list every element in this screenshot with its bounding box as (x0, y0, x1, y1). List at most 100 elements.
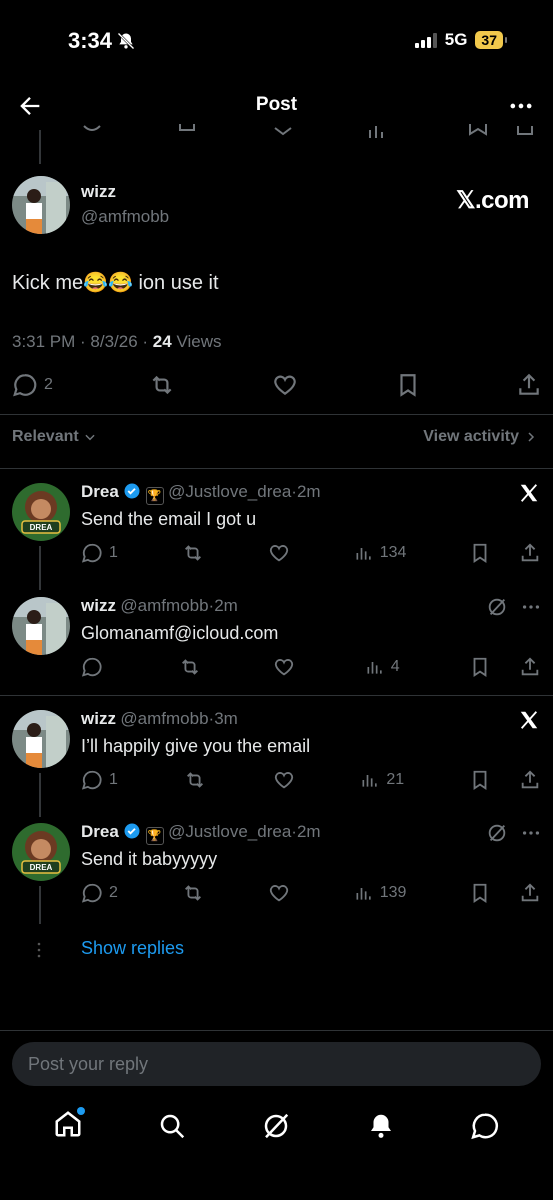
views-button[interactable]: 139 (354, 883, 406, 903)
grok-icon[interactable] (486, 822, 508, 844)
avatar[interactable] (12, 710, 70, 768)
share-icon[interactable] (519, 656, 541, 678)
more-options-icon[interactable] (520, 596, 542, 618)
reply-input[interactable]: Post your reply (12, 1042, 541, 1086)
reply-button[interactable]: 2 (12, 372, 53, 398)
reply-actions: 1 21 (81, 769, 541, 791)
analytics-icon (356, 548, 371, 560)
chevron-down-icon (85, 434, 95, 441)
notification-dot (77, 1106, 86, 1115)
tweet-meta: 3:31 PM · 8/3/26 · 24 Views (12, 332, 222, 351)
network-label: 5G (444, 30, 468, 49)
thread-line (39, 773, 41, 817)
reply-header: Drea 🏆 @Justlove_drea·2m (81, 482, 321, 505)
bookmark-icon[interactable] (395, 372, 421, 398)
avatar[interactable] (12, 176, 70, 234)
avatar[interactable]: DREA (12, 483, 70, 541)
divider (0, 468, 553, 469)
reply-actions: 1 134 (81, 542, 541, 564)
thread-line (39, 886, 41, 924)
reply-button[interactable]: 2 (81, 882, 118, 904)
reply-header: Drea 🏆 @Justlove_drea·2m (81, 822, 321, 845)
reply-icon (81, 883, 102, 903)
reply-text: I’ll happily give you the email (81, 736, 311, 756)
x-watermark: 𝕏.com (456, 187, 529, 214)
share-icon[interactable] (516, 372, 542, 398)
reply-text: Send the email I got u (81, 509, 257, 529)
divider (0, 695, 553, 696)
author-name[interactable]: Drea (81, 822, 119, 841)
author-handle[interactable]: @Justlove_drea (168, 822, 291, 841)
reply-button[interactable]: 1 (81, 769, 118, 791)
avatar[interactable] (12, 597, 70, 655)
repost-icon[interactable] (183, 769, 207, 791)
more-options-icon[interactable] (507, 92, 535, 120)
bookmark-icon[interactable] (469, 656, 491, 678)
search-icon[interactable] (157, 1111, 187, 1141)
share-icon[interactable] (519, 769, 541, 791)
share-icon[interactable] (519, 542, 541, 564)
tab-home[interactable] (53, 1106, 86, 1144)
reply-time: 2m (214, 596, 238, 615)
reply-icon (81, 770, 102, 790)
sort-relevant-button[interactable]: Relevant (12, 428, 97, 446)
author-name[interactable]: wizz (81, 182, 116, 202)
reply-header: wizz @amfmobb·3m (81, 709, 238, 728)
show-replies-link[interactable]: Show replies (81, 938, 184, 959)
avatar[interactable]: DREA (12, 823, 70, 881)
svg-text:DREA: DREA (30, 863, 53, 872)
messages-icon[interactable] (470, 1111, 500, 1141)
like-icon[interactable] (272, 656, 296, 678)
like-icon[interactable] (272, 769, 296, 791)
repost-icon[interactable] (181, 542, 205, 564)
repost-icon[interactable] (178, 656, 202, 678)
parent-tweet-actions-partial (83, 124, 533, 138)
reply-actions: 2 139 (81, 882, 541, 904)
notifications-bell-icon[interactable] (366, 1111, 396, 1141)
email-link[interactable]: Glomanamf@icloud.com (81, 623, 278, 644)
author-handle[interactable]: @amfmobb (120, 596, 208, 615)
repost-icon[interactable] (181, 882, 205, 904)
grok-icon[interactable] (486, 596, 508, 618)
author-name[interactable]: Drea (81, 482, 119, 501)
divider (0, 1030, 553, 1031)
more-options-icon[interactable] (520, 822, 542, 844)
reply-button[interactable]: 1 (81, 542, 118, 564)
reply-header: wizz @amfmobb·2m (81, 596, 238, 615)
page-title: Post (255, 94, 298, 115)
analytics-icon (362, 775, 378, 787)
bookmark-icon[interactable] (469, 542, 491, 564)
views-button[interactable]: 4 (365, 657, 400, 677)
analytics-icon (367, 662, 382, 674)
like-icon[interactable] (267, 882, 291, 904)
views-button[interactable]: 134 (354, 543, 406, 563)
trophy-icon: 🏆 (145, 487, 164, 505)
bookmark-icon[interactable] (469, 882, 491, 904)
bookmark-icon[interactable] (469, 769, 491, 791)
author-name[interactable]: wizz (81, 596, 116, 615)
x-logo-icon[interactable] (518, 482, 540, 504)
grok-icon[interactable] (261, 1111, 291, 1141)
repost-icon[interactable] (148, 372, 176, 398)
like-icon[interactable] (267, 542, 291, 564)
reply-actions: 4 (81, 656, 541, 678)
author-handle[interactable]: @amfmobb (81, 207, 169, 227)
svg-text:DREA: DREA (30, 523, 53, 532)
author-name[interactable]: wizz (81, 709, 116, 728)
author-handle[interactable]: @amfmobb (120, 709, 208, 728)
reply-button[interactable] (81, 656, 109, 678)
chevron-right-icon (528, 432, 535, 442)
like-icon[interactable] (271, 372, 299, 398)
x-logo-icon[interactable] (518, 709, 540, 731)
view-activity-link[interactable]: View activity (423, 428, 537, 446)
share-icon[interactable] (519, 882, 541, 904)
analytics-icon (356, 888, 371, 900)
author-handle[interactable]: @Justlove_drea (168, 482, 291, 501)
reply-text: Send it babyyyyy (81, 849, 218, 869)
reply-icon (81, 543, 102, 563)
tweet-actions: 2 (12, 372, 542, 398)
vertical-dots-icon (37, 942, 41, 958)
bell-muted-icon (117, 32, 135, 50)
verified-badge-icon (124, 483, 140, 499)
views-button[interactable]: 21 (360, 770, 404, 790)
